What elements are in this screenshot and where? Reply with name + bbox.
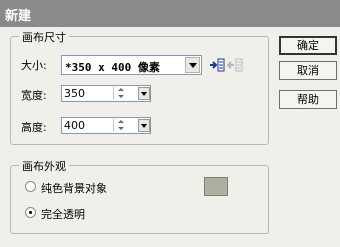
height-value: 400 (64, 119, 85, 132)
spin-up-icon[interactable] (118, 88, 124, 91)
spin-down-icon[interactable] (118, 95, 124, 98)
chevron-down-icon[interactable] (138, 87, 150, 100)
chevron-down-icon[interactable] (185, 57, 200, 73)
window-title: 新建 (5, 9, 32, 24)
add-preset-icon[interactable] (209, 57, 225, 73)
spin-down-icon[interactable] (118, 127, 124, 130)
canvas-size-legend: 画布尺寸 (19, 29, 69, 45)
size-dropdown-value: *350 x 400 像素 (65, 61, 160, 74)
canvas-size-group: 画布尺寸 大小: *350 x 400 像素 宽度: 350 高度: 400 (10, 29, 269, 145)
ok-button[interactable]: 确定 (279, 36, 337, 55)
radio-label: 纯色背景对象 (41, 182, 107, 195)
radio-label: 完全透明 (41, 208, 85, 221)
radio-button[interactable] (25, 181, 36, 192)
cancel-button[interactable]: 取消 (279, 61, 337, 80)
canvas-appearance-group: 画布外观 纯色背景对象 完全透明 (10, 158, 269, 234)
width-spinner[interactable] (113, 87, 136, 100)
width-field[interactable]: 350 (61, 85, 151, 102)
height-spinner[interactable] (113, 119, 136, 132)
radio-button[interactable] (25, 207, 36, 218)
height-field[interactable]: 400 (61, 117, 151, 134)
chevron-down-icon[interactable] (138, 119, 150, 132)
help-button[interactable]: 帮助 (279, 90, 337, 109)
width-value: 350 (64, 87, 85, 100)
canvas-appearance-legend: 画布外观 (19, 158, 69, 174)
color-swatch[interactable] (204, 177, 228, 196)
size-dropdown[interactable]: *350 x 400 像素 (61, 55, 202, 75)
width-label: 宽度: (21, 89, 47, 102)
spin-up-icon[interactable] (118, 120, 124, 123)
height-label: 高度: (21, 121, 47, 134)
title-bar: 新建 (0, 0, 340, 27)
remove-preset-icon[interactable] (226, 57, 243, 73)
size-label: 大小: (21, 59, 47, 72)
